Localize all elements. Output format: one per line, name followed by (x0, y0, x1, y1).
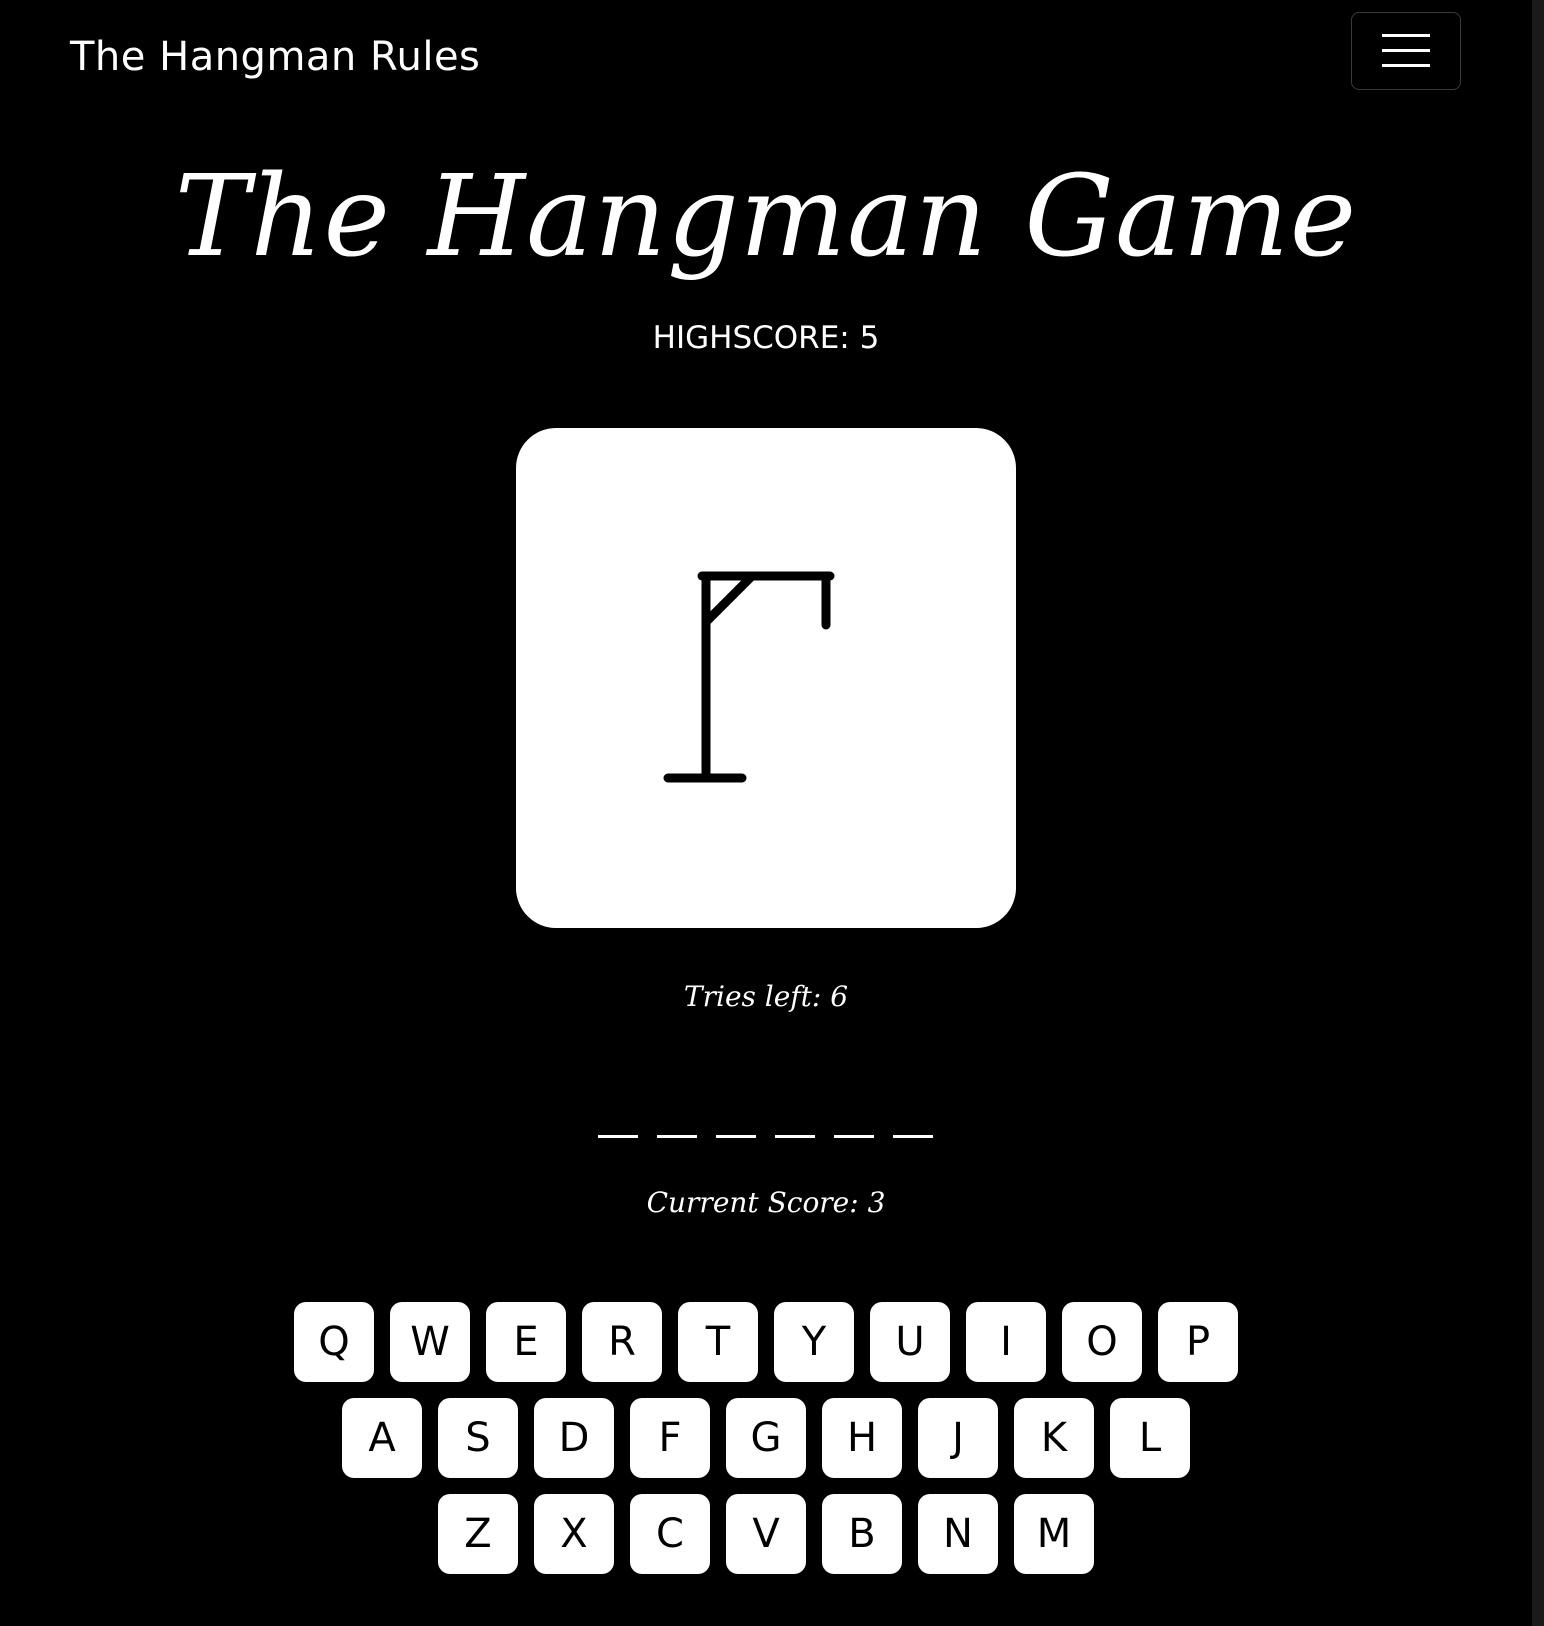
letter-blank (893, 1108, 933, 1138)
hidden-word (598, 1108, 933, 1138)
key-m[interactable]: M (1014, 1494, 1094, 1574)
game-title: The Hangman Game (174, 152, 1358, 282)
highscore-label: HIGHSCORE: 5 (652, 320, 880, 356)
keyboard-row: ASDFGHJKL (0, 1398, 1532, 1478)
key-a[interactable]: A (342, 1398, 422, 1478)
key-d[interactable]: D (534, 1398, 614, 1478)
key-r[interactable]: R (582, 1302, 662, 1382)
key-t[interactable]: T (678, 1302, 758, 1382)
key-c[interactable]: C (630, 1494, 710, 1574)
current-score-label: Current Score: 3 (646, 1186, 886, 1219)
letter-blank (657, 1108, 697, 1138)
key-p[interactable]: P (1158, 1302, 1238, 1382)
navbar-brand-link[interactable]: The Hangman Rules (70, 34, 480, 80)
letter-blank (775, 1108, 815, 1138)
scrollbar[interactable] (1532, 0, 1544, 1626)
key-n[interactable]: N (918, 1494, 998, 1574)
key-s[interactable]: S (438, 1398, 518, 1478)
hamburger-menu-icon (1382, 34, 1430, 67)
key-f[interactable]: F (630, 1398, 710, 1478)
letter-blank (834, 1108, 874, 1138)
key-x[interactable]: X (534, 1494, 614, 1574)
key-u[interactable]: U (870, 1302, 950, 1382)
keyboard-row: QWERTYUIOP (0, 1302, 1532, 1382)
letter-blank (598, 1108, 638, 1138)
letter-keyboard: QWERTYUIOP ASDFGHJKL ZXCVBNM (0, 1302, 1532, 1590)
key-v[interactable]: V (726, 1494, 806, 1574)
key-j[interactable]: J (918, 1398, 998, 1478)
key-y[interactable]: Y (774, 1302, 854, 1382)
key-w[interactable]: W (390, 1302, 470, 1382)
page: The Hangman Rules The Hangman Game HIGHS… (0, 0, 1532, 1626)
key-b[interactable]: B (822, 1494, 902, 1574)
key-q[interactable]: Q (294, 1302, 374, 1382)
key-e[interactable]: E (486, 1302, 566, 1382)
key-o[interactable]: O (1062, 1302, 1142, 1382)
key-i[interactable]: I (966, 1302, 1046, 1382)
key-k[interactable]: K (1014, 1398, 1094, 1478)
navbar-menu-toggle[interactable] (1351, 12, 1461, 90)
letter-blank (716, 1108, 756, 1138)
key-z[interactable]: Z (438, 1494, 518, 1574)
hangman-drawing-card (516, 428, 1016, 928)
keyboard-row: ZXCVBNM (0, 1494, 1532, 1574)
gallows-icon (663, 571, 835, 783)
key-h[interactable]: H (822, 1398, 902, 1478)
key-l[interactable]: L (1110, 1398, 1190, 1478)
key-g[interactable]: G (726, 1398, 806, 1478)
tries-left-label: Tries left: 6 (683, 980, 849, 1013)
